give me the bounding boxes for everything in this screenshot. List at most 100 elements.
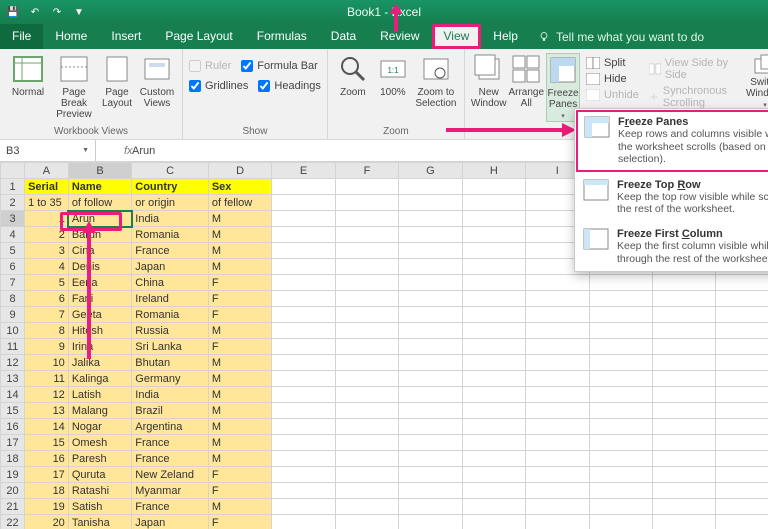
cell[interactable] [272, 419, 335, 435]
cell[interactable] [399, 275, 462, 291]
cell[interactable]: M [208, 403, 271, 419]
cell[interactable]: 11 [25, 371, 69, 387]
row-header[interactable]: 20 [1, 483, 25, 499]
row-header[interactable]: 14 [1, 387, 25, 403]
cell[interactable]: 10 [25, 355, 69, 371]
cell[interactable] [589, 467, 652, 483]
cell[interactable]: 16 [25, 451, 69, 467]
cell[interactable]: 20 [25, 515, 69, 529]
cell[interactable]: 6 [25, 291, 69, 307]
cell[interactable]: Bhutan [132, 355, 209, 371]
cell[interactable] [272, 195, 335, 211]
cell[interactable] [589, 339, 652, 355]
cell[interactable]: Ireland [132, 291, 209, 307]
row-header[interactable]: 4 [1, 227, 25, 243]
row-header[interactable]: 8 [1, 291, 25, 307]
cell[interactable] [589, 371, 652, 387]
cell[interactable] [462, 451, 525, 467]
cell[interactable] [335, 403, 398, 419]
cell[interactable] [653, 275, 716, 291]
col-C[interactable]: C [132, 163, 209, 179]
tab-home[interactable]: Home [43, 24, 99, 49]
cell[interactable] [399, 211, 462, 227]
cell[interactable]: Romania [132, 307, 209, 323]
cell[interactable]: F [208, 339, 271, 355]
cell[interactable]: Hitesh [68, 323, 131, 339]
cell[interactable]: 9 [25, 339, 69, 355]
row-header[interactable]: 10 [1, 323, 25, 339]
cell[interactable]: F [208, 275, 271, 291]
cell[interactable]: M [208, 371, 271, 387]
page-break-preview-button[interactable]: Page Break Preview [52, 53, 96, 120]
zoom-100-button[interactable]: 1:1 100% [374, 53, 412, 98]
split-button[interactable]: Split [582, 55, 643, 71]
arrange-all-button[interactable]: Arrange All [508, 53, 544, 109]
cell[interactable] [272, 179, 335, 195]
cell[interactable] [462, 259, 525, 275]
cell[interactable]: 12 [25, 387, 69, 403]
cell[interactable] [399, 179, 462, 195]
cell[interactable]: Romania [132, 227, 209, 243]
cell[interactable]: 2 [25, 227, 69, 243]
cell[interactable] [335, 515, 398, 529]
cell[interactable] [272, 483, 335, 499]
cell[interactable] [272, 211, 335, 227]
cell[interactable] [716, 387, 768, 403]
cell[interactable] [335, 195, 398, 211]
cell[interactable] [653, 387, 716, 403]
cell[interactable] [716, 451, 768, 467]
cell[interactable] [526, 355, 589, 371]
new-window-button[interactable]: New Window [471, 53, 507, 109]
cell[interactable] [716, 323, 768, 339]
cell[interactable] [462, 195, 525, 211]
formula-bar-value[interactable]: Arun [128, 145, 155, 157]
cell[interactable] [653, 371, 716, 387]
cell[interactable] [653, 483, 716, 499]
cell[interactable] [589, 451, 652, 467]
cell[interactable] [589, 275, 652, 291]
cell[interactable] [716, 371, 768, 387]
cell[interactable] [716, 419, 768, 435]
tab-help[interactable]: Help [481, 24, 530, 49]
cell[interactable] [716, 499, 768, 515]
cell[interactable] [399, 291, 462, 307]
cell[interactable] [716, 355, 768, 371]
cell[interactable] [716, 291, 768, 307]
cell[interactable] [716, 483, 768, 499]
ruler-checkbox[interactable]: Ruler [189, 59, 231, 73]
row-header[interactable]: 2 [1, 195, 25, 211]
cell[interactable] [653, 307, 716, 323]
cell[interactable]: 1 to 35 [25, 195, 69, 211]
cell[interactable]: 1 [25, 211, 69, 227]
cell[interactable] [462, 211, 525, 227]
cell[interactable] [716, 307, 768, 323]
cell[interactable]: India [132, 211, 209, 227]
col-G[interactable]: G [399, 163, 462, 179]
cell[interactable] [462, 371, 525, 387]
row-header[interactable]: 9 [1, 307, 25, 323]
cell[interactable] [462, 323, 525, 339]
cell[interactable] [462, 243, 525, 259]
cell[interactable]: M [208, 387, 271, 403]
cell[interactable]: Ratashi [68, 483, 131, 499]
cell[interactable] [589, 307, 652, 323]
cell[interactable]: Quruta [68, 467, 131, 483]
cell[interactable] [272, 243, 335, 259]
cell[interactable] [399, 499, 462, 515]
col-A[interactable]: A [25, 163, 69, 179]
cell[interactable] [335, 211, 398, 227]
cell[interactable] [589, 435, 652, 451]
col-B[interactable]: B [68, 163, 131, 179]
cell[interactable] [526, 483, 589, 499]
row-header[interactable]: 16 [1, 419, 25, 435]
cell[interactable]: M [208, 435, 271, 451]
cell[interactable]: China [132, 275, 209, 291]
cell[interactable]: M [208, 259, 271, 275]
cell[interactable] [272, 275, 335, 291]
formula-bar-checkbox[interactable]: Formula Bar [241, 59, 318, 73]
cell[interactable] [716, 467, 768, 483]
cell[interactable] [399, 435, 462, 451]
cell[interactable]: M [208, 451, 271, 467]
cell[interactable]: of follow [68, 195, 131, 211]
cell[interactable]: Barun [68, 227, 131, 243]
